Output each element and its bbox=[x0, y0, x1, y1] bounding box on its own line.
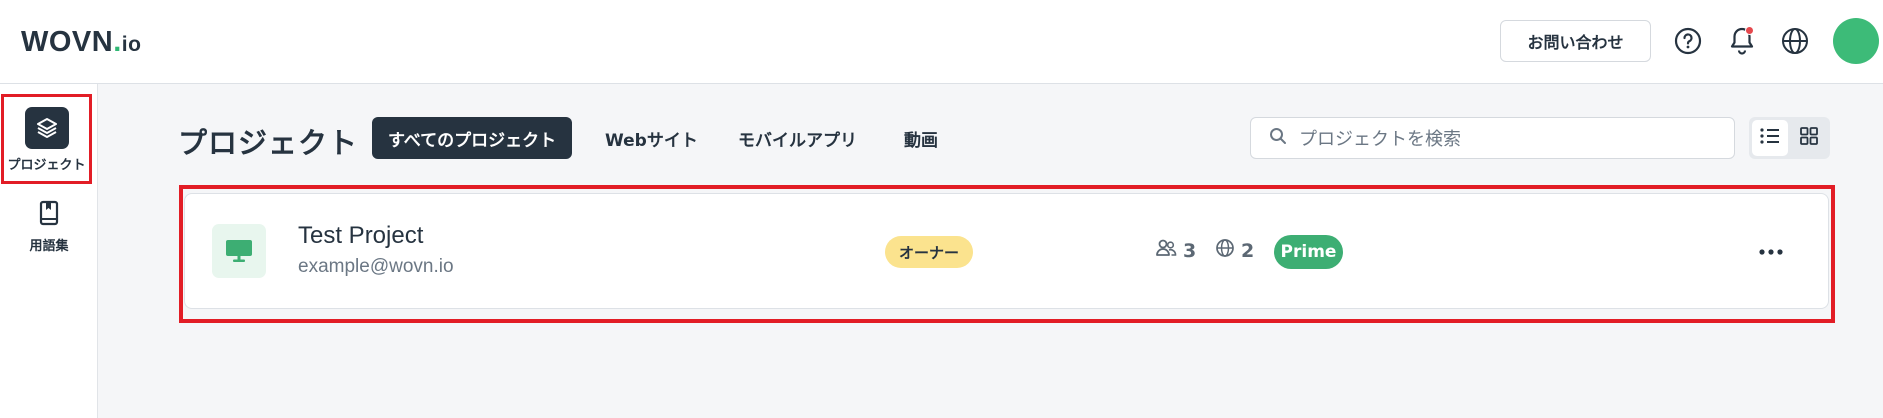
users-icon bbox=[1155, 238, 1183, 263]
sidebar: プロジェクト 用語集 bbox=[0, 84, 98, 418]
top-header: WOVN.io お問い合わせ bbox=[0, 0, 1883, 84]
project-search-input[interactable]: プロジェクトを検索 bbox=[1250, 117, 1735, 159]
role-badge: オーナー bbox=[885, 236, 973, 268]
role-badge-label: オーナー bbox=[898, 243, 959, 262]
tab-label: モバイルアプリ bbox=[738, 130, 857, 151]
languages-count: 2 bbox=[1215, 238, 1254, 263]
monitor-icon bbox=[212, 224, 266, 278]
tab-all-projects[interactable]: すべてのプロジェクト bbox=[372, 117, 573, 159]
wovn-logo[interactable]: WOVN.io bbox=[21, 26, 141, 59]
grid-view-button[interactable] bbox=[1791, 120, 1827, 156]
layers-icon bbox=[24, 107, 69, 149]
plan-badge-label: Prime bbox=[1280, 242, 1337, 262]
grid-icon bbox=[1799, 126, 1819, 150]
globe-icon bbox=[1215, 238, 1241, 263]
tab-website[interactable]: Webサイト bbox=[589, 117, 714, 159]
sidebar-item-label: 用語集 bbox=[29, 239, 69, 254]
plan-badge: Prime bbox=[1274, 235, 1343, 269]
languages-count-value: 2 bbox=[1241, 239, 1255, 262]
list-view-button[interactable] bbox=[1752, 120, 1788, 156]
tab-video[interactable]: 動画 bbox=[888, 117, 954, 159]
sidebar-item-projects[interactable]: プロジェクト bbox=[1, 94, 92, 184]
search-placeholder: プロジェクトを検索 bbox=[1299, 129, 1461, 150]
sidebar-item-glossary[interactable]: 用語集 bbox=[0, 200, 98, 270]
tab-label: 動画 bbox=[904, 130, 938, 151]
help-icon[interactable] bbox=[1671, 24, 1705, 58]
tab-label: Webサイト bbox=[605, 130, 698, 151]
book-icon bbox=[38, 200, 60, 230]
tab-label: すべてのプロジェクト bbox=[388, 130, 557, 151]
more-options-icon[interactable] bbox=[1757, 242, 1785, 262]
project-email: example@wovn.io bbox=[298, 256, 454, 277]
search-icon bbox=[1269, 127, 1287, 149]
members-count-value: 3 bbox=[1183, 239, 1197, 262]
notification-dot bbox=[1745, 26, 1754, 35]
project-name[interactable]: Test Project bbox=[298, 222, 423, 250]
members-count: 3 bbox=[1155, 238, 1196, 263]
contact-button[interactable]: お問い合わせ bbox=[1500, 20, 1651, 62]
notification-bell-icon[interactable] bbox=[1725, 24, 1759, 58]
project-card[interactable]: Test Project example@wovn.io オーナー 3 2 Pr… bbox=[184, 193, 1829, 309]
list-icon bbox=[1759, 126, 1781, 150]
logo-text: WOVN bbox=[21, 26, 114, 58]
tab-mobile-app[interactable]: モバイルアプリ bbox=[722, 117, 873, 159]
sidebar-item-label: プロジェクト bbox=[7, 158, 86, 173]
page-title: プロジェクト bbox=[178, 126, 359, 160]
logo-dot: . bbox=[113, 26, 122, 58]
contact-button-label: お問い合わせ bbox=[1527, 33, 1624, 52]
view-toggle bbox=[1749, 117, 1830, 159]
globe-icon[interactable] bbox=[1778, 24, 1812, 58]
logo-suffix: io bbox=[121, 33, 142, 56]
user-avatar[interactable] bbox=[1833, 18, 1879, 64]
